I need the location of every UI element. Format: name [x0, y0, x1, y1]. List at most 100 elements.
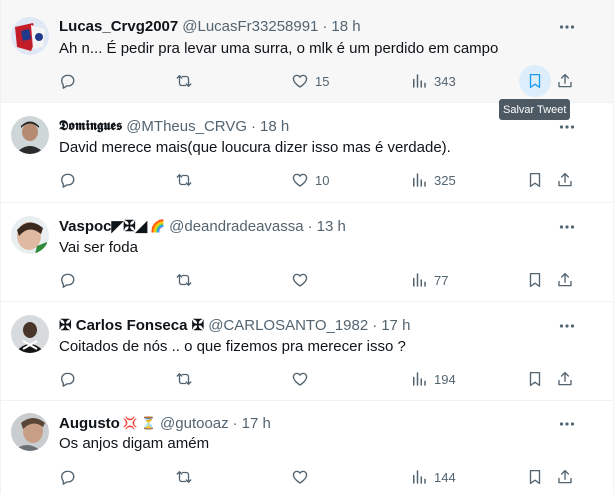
timestamp[interactable]: 17 h [242, 415, 271, 432]
bookmark-button[interactable] [526, 467, 544, 487]
timestamp[interactable]: 18 h [331, 18, 360, 35]
like-button[interactable] [291, 467, 309, 487]
views-count: 343 [434, 73, 456, 89]
timestamp[interactable]: 13 h [317, 218, 346, 235]
reply-button[interactable] [58, 170, 76, 190]
user-handle[interactable]: @gutooaz [160, 415, 229, 432]
display-name[interactable]: Vaspoc◤✠◢ [59, 217, 147, 235]
tweet-text: Vai ser foda [59, 239, 138, 256]
retweet-button[interactable] [175, 467, 193, 487]
like-count: 15 [315, 73, 330, 89]
views-count: 144 [434, 469, 456, 485]
reply-icon [61, 74, 75, 89]
share-icon [558, 469, 572, 484]
avatar[interactable] [11, 315, 49, 353]
share-button[interactable] [556, 270, 574, 290]
display-name[interactable]: Augusto [59, 415, 120, 432]
more-options-icon[interactable] [557, 217, 577, 237]
avatar[interactable] [11, 17, 49, 55]
heart-icon [292, 273, 308, 287]
share-button[interactable] [556, 467, 574, 487]
avatar[interactable] [11, 413, 49, 451]
tweet-header: Lucas_Crvg2007 @LucasFr33258991 · 18 h [59, 16, 361, 36]
bookmark-icon [529, 371, 541, 387]
views-icon [413, 173, 426, 187]
separator-dot: · [372, 316, 378, 334]
retweet-button[interactable] [175, 71, 193, 91]
avatar[interactable] [11, 116, 49, 154]
retweet-icon [176, 471, 192, 483]
like-button[interactable] [291, 369, 309, 389]
user-handle[interactable]: @deandradeavassa [169, 218, 304, 235]
views-icon [413, 372, 426, 386]
tweet-text: Os anjos digam amém [59, 435, 210, 452]
share-button[interactable] [556, 170, 574, 190]
reply-button[interactable] [58, 467, 76, 487]
share-button[interactable] [556, 71, 574, 91]
timestamp[interactable]: 18 h [260, 118, 289, 135]
reply-tweet[interactable]: Augusto 💢 ⏳ @gutooaz · 17 h Os anjos dig… [1, 401, 613, 494]
more-options-icon[interactable] [557, 17, 577, 37]
like-button[interactable]: 15 [291, 71, 329, 91]
separator-dot: · [322, 17, 328, 35]
separator-dot: · [307, 217, 313, 235]
tweet-text: David merece mais(que loucura dizer isso… [59, 139, 451, 156]
reply-tweet[interactable]: Lucas_Crvg2007 @LucasFr33258991 · 18 h A… [1, 0, 613, 103]
emoji-badges-icon: 💢 ⏳ [122, 416, 157, 430]
reply-button[interactable] [58, 369, 76, 389]
retweet-button[interactable] [175, 170, 193, 190]
reply-tweet[interactable]: ✠ Carlos Fonseca ✠ @CARLOSANTO_1982 · 17… [1, 302, 613, 401]
tweet-actions: 77 [1, 270, 613, 290]
views-button[interactable]: 77 [410, 270, 448, 290]
share-icon [558, 172, 572, 187]
timestamp[interactable]: 17 h [381, 317, 410, 334]
user-handle[interactable]: @CARLOSANTO_1982 [208, 317, 368, 334]
tweet-actions: 15 343 [1, 71, 613, 91]
tweet-text: Coitados de nós .. o que fizemos pra mer… [59, 338, 406, 355]
views-icon [413, 470, 426, 484]
views-button[interactable]: 325 [410, 170, 456, 190]
tweet-header: Vaspoc◤✠◢ 🌈 @deandradeavassa · 13 h [59, 216, 346, 236]
user-handle[interactable]: @LucasFr33258991 [182, 18, 318, 35]
heart-icon [292, 173, 308, 187]
retweet-button[interactable] [175, 369, 193, 389]
retweet-icon [176, 174, 192, 186]
share-button[interactable] [556, 369, 574, 389]
bookmark-button[interactable] [526, 369, 544, 389]
retweet-icon [176, 274, 192, 286]
bookmark-button[interactable] [526, 170, 544, 190]
bookmark-icon [529, 469, 541, 485]
display-name[interactable]: 𝕯𝖔𝖒𝖎𝖓𝖌𝖚𝖊𝖘 [59, 118, 122, 134]
tweet-header: ✠ Carlos Fonseca ✠ @CARLOSANTO_1982 · 17… [59, 315, 410, 335]
share-icon [558, 73, 572, 88]
display-name[interactable]: ✠ Carlos Fonseca ✠ [59, 316, 204, 334]
display-name[interactable]: Lucas_Crvg2007 [59, 18, 178, 35]
tweet-actions: 194 [1, 369, 613, 389]
reply-button[interactable] [58, 270, 76, 290]
tweet-replies-feed: Lucas_Crvg2007 @LucasFr33258991 · 18 h A… [0, 0, 614, 494]
separator-dot: · [251, 117, 257, 135]
retweet-icon [176, 75, 192, 87]
views-button[interactable]: 144 [410, 467, 456, 487]
tweet-actions: 10 325 [1, 170, 613, 190]
like-button[interactable] [291, 270, 309, 290]
tweet-header: 𝕯𝖔𝖒𝖎𝖓𝖌𝖚𝖊𝖘 @MTheus_CRVG · 18 h [59, 116, 289, 136]
like-count: 10 [315, 172, 330, 188]
views-button[interactable]: 343 [410, 71, 456, 91]
avatar[interactable] [11, 216, 49, 254]
more-options-icon[interactable] [557, 316, 577, 336]
views-count: 194 [434, 371, 456, 387]
bookmark-tooltip: Salvar Tweet [499, 99, 571, 120]
more-options-icon[interactable] [557, 117, 577, 137]
bookmark-button[interactable] [526, 71, 544, 91]
reply-button[interactable] [58, 71, 76, 91]
rainbow-emoji-icon: 🌈 [150, 219, 166, 233]
bookmark-button[interactable] [526, 270, 544, 290]
separator-dot: · [232, 414, 238, 432]
retweet-button[interactable] [175, 270, 193, 290]
views-button[interactable]: 194 [410, 369, 456, 389]
like-button[interactable]: 10 [291, 170, 329, 190]
user-handle[interactable]: @MTheus_CRVG [126, 118, 247, 135]
reply-tweet[interactable]: Vaspoc◤✠◢ 🌈 @deandradeavassa · 13 h Vai … [1, 203, 613, 302]
more-options-icon[interactable] [557, 414, 577, 434]
